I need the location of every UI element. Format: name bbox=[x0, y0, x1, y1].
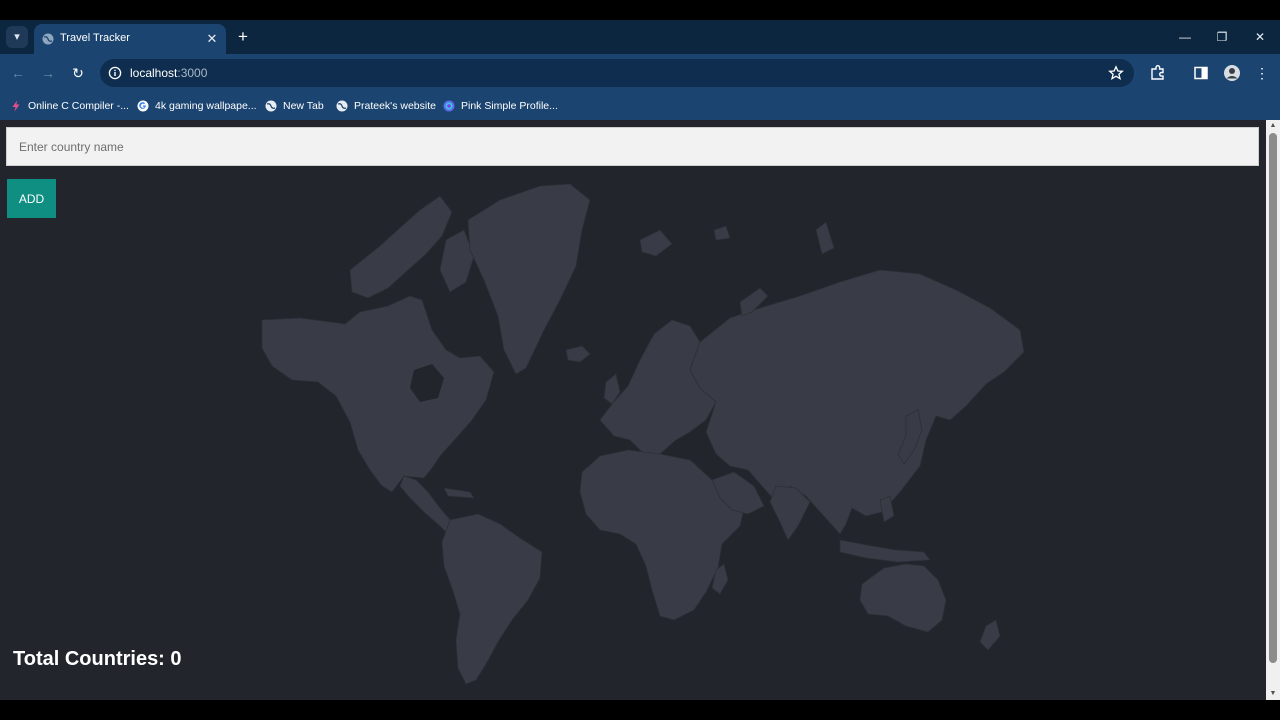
globe-icon bbox=[336, 100, 348, 112]
globe-icon bbox=[42, 33, 54, 45]
top-letterbox bbox=[0, 0, 1280, 20]
world-map bbox=[261, 183, 1025, 685]
bookmark-4k-gaming-wallpaper[interactable]: 4k gaming wallpape... bbox=[137, 97, 257, 115]
total-countries-counter: Total Countries: 0 bbox=[13, 648, 182, 670]
close-window-icon[interactable]: ✕ bbox=[1249, 28, 1271, 46]
bolt-icon bbox=[12, 100, 20, 112]
globe-icon bbox=[265, 100, 277, 112]
scroll-down-arrow-icon[interactable]: ▼ bbox=[1266, 688, 1280, 700]
map-new-zealand bbox=[979, 619, 1001, 651]
add-country-button[interactable]: ADD bbox=[7, 179, 56, 218]
tab-title: Travel Tracker bbox=[60, 32, 130, 44]
map-africa bbox=[579, 449, 745, 621]
scrollbar-thumb[interactable] bbox=[1269, 133, 1277, 663]
map-greenland bbox=[467, 183, 591, 375]
map-severnaya bbox=[815, 221, 835, 255]
map-south-america bbox=[441, 513, 543, 685]
bookmark-online-c-compiler[interactable]: Online C Compiler -... bbox=[10, 97, 129, 115]
bookmark-label: Pink Simple Profile... bbox=[461, 100, 558, 112]
address-text: localhost:3000 bbox=[130, 66, 207, 80]
bookmark-label: New Tab bbox=[283, 100, 324, 112]
canva-icon bbox=[443, 100, 455, 112]
bookmark-label: Prateek's website bbox=[354, 100, 436, 112]
bookmark-label: Online C Compiler -... bbox=[28, 100, 129, 112]
new-tab-icon[interactable]: + bbox=[233, 28, 253, 48]
profile-avatar-icon[interactable] bbox=[1223, 64, 1241, 82]
travel-tracker-page: ADD Total Countries: 0 bbox=[0, 120, 1266, 700]
browser-menu-icon[interactable]: ⋮ bbox=[1252, 63, 1272, 83]
browser-toolbar: ← → ↻ localhost:3000 ⋮ bbox=[0, 54, 1280, 92]
bookmarks-bar: Online C Compiler -... 4k gaming wallpap… bbox=[0, 92, 1280, 120]
side-panel-icon[interactable] bbox=[1192, 64, 1210, 82]
map-iceland bbox=[565, 345, 591, 363]
map-north-america bbox=[261, 295, 495, 493]
map-canadian-archipelago bbox=[349, 195, 453, 299]
bookmark-prateeks-website[interactable]: Prateek's website bbox=[336, 97, 436, 115]
back-icon[interactable]: ← bbox=[8, 63, 28, 83]
page-scrollbar[interactable]: ▲ ▼ bbox=[1266, 120, 1280, 700]
tab-travel-tracker[interactable]: Travel Tracker ✕ bbox=[34, 24, 226, 54]
tab-search-icon[interactable]: ▾ bbox=[6, 26, 28, 48]
google-icon bbox=[137, 100, 149, 112]
close-tab-icon[interactable]: ✕ bbox=[204, 31, 220, 47]
scroll-up-arrow-icon[interactable]: ▲ bbox=[1266, 120, 1280, 132]
country-name-input[interactable] bbox=[6, 127, 1259, 166]
bookmark-new-tab[interactable]: New Tab bbox=[265, 97, 324, 115]
bookmark-star-icon[interactable] bbox=[1108, 65, 1124, 81]
tab-strip: ▾ Travel Tracker ✕ + — ❐ ✕ bbox=[0, 20, 1280, 54]
reload-icon[interactable]: ↻ bbox=[68, 63, 88, 83]
bookmark-label: 4k gaming wallpape... bbox=[155, 100, 257, 112]
bookmark-pink-simple-profile[interactable]: Pink Simple Profile... bbox=[443, 97, 558, 115]
extensions-icon[interactable] bbox=[1149, 64, 1167, 82]
forward-icon[interactable]: → bbox=[38, 63, 58, 83]
minimize-icon[interactable]: — bbox=[1174, 28, 1196, 46]
site-info-icon[interactable] bbox=[108, 66, 122, 80]
address-port: :3000 bbox=[177, 66, 208, 80]
map-australia bbox=[859, 563, 947, 633]
bottom-letterbox bbox=[0, 700, 1280, 720]
restore-icon[interactable]: ❐ bbox=[1211, 28, 1233, 46]
map-svalbard bbox=[639, 229, 673, 257]
map-indonesia bbox=[839, 539, 931, 563]
map-caribbean bbox=[443, 487, 475, 499]
address-host: localhost bbox=[130, 66, 178, 80]
address-bar[interactable]: localhost:3000 bbox=[100, 59, 1134, 87]
map-franz-josef bbox=[713, 225, 731, 241]
